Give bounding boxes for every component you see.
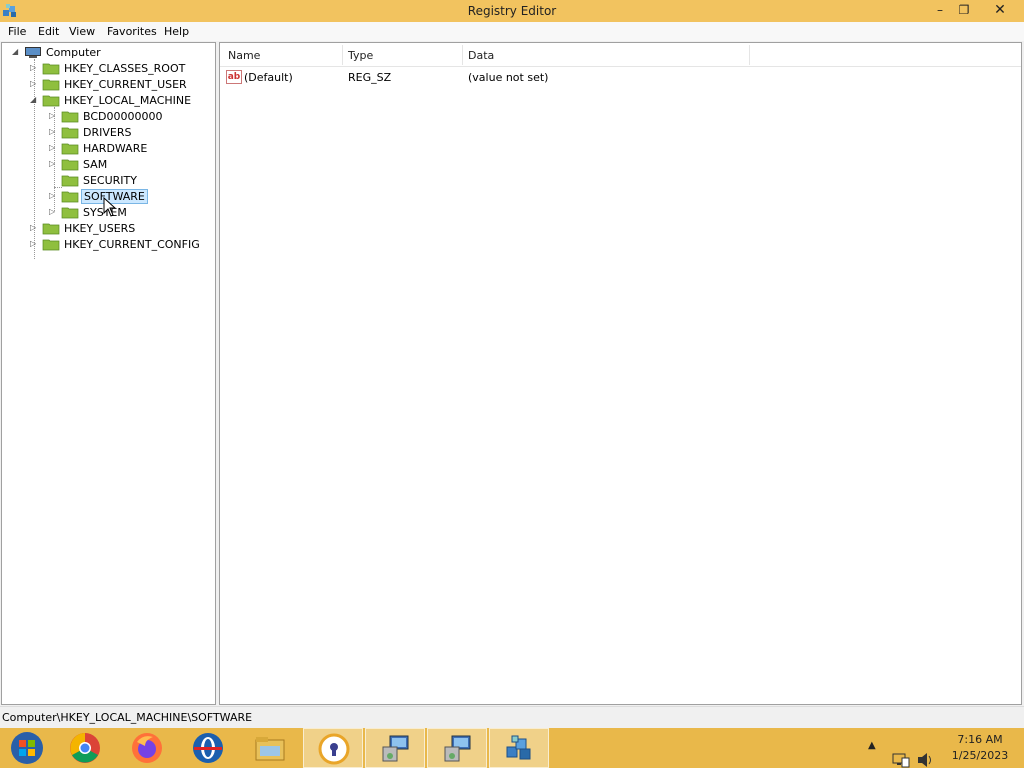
tree-item-label: HARDWARE — [83, 142, 148, 155]
value-type: REG_SZ — [348, 71, 392, 84]
menu-view[interactable]: View — [69, 25, 95, 38]
folder-icon — [61, 143, 79, 155]
expand-arrow-icon[interactable]: ▷ — [49, 207, 59, 217]
taskbar-registry-editor[interactable] — [489, 728, 549, 768]
taskbar-chrome[interactable] — [55, 728, 115, 768]
clock-time: 7:16 AM — [957, 733, 1003, 746]
folder-icon — [42, 63, 60, 75]
value-data: (value not set) — [468, 71, 549, 84]
tree-item-label: SECURITY — [83, 174, 137, 187]
expand-arrow-icon[interactable]: ▷ — [49, 111, 59, 121]
status-bar: Computer\HKEY_LOCAL_MACHINE\SOFTWARE — [0, 706, 1024, 728]
tree-item-label: Computer — [46, 46, 101, 59]
folder-icon — [42, 223, 60, 235]
status-path: Computer\HKEY_LOCAL_MACHINE\SOFTWARE — [2, 711, 253, 724]
mouse-cursor-icon — [103, 197, 117, 217]
list-header: Name Type Data — [220, 43, 1021, 67]
computer-icon — [25, 47, 41, 58]
clock[interactable]: 7:16 AM 1/25/2023 — [940, 732, 1020, 764]
remote-desktop-icon — [444, 735, 471, 762]
start-icon — [11, 732, 43, 764]
menu-file[interactable]: File — [8, 25, 26, 38]
tray-overflow-icon[interactable]: ▲ — [868, 740, 876, 768]
restore-button[interactable]: ❐ — [950, 0, 978, 21]
taskbar-firefox[interactable] — [117, 728, 177, 768]
taskbar-remote-desktop-2[interactable] — [427, 728, 487, 768]
key-tree[interactable]: ◢ Computer ▷ HKEY_CLASSES_ROOT ▷ HKEY_CU… — [1, 42, 216, 705]
menu-bar: File Edit View Favorites Help — [0, 22, 1024, 41]
clock-date: 1/25/2023 — [951, 749, 1009, 762]
taskbar-remote-desktop-1[interactable] — [365, 728, 425, 768]
tree-item-label: HKEY_LOCAL_MACHINE — [64, 94, 192, 107]
folder-icon — [61, 207, 79, 219]
expand-arrow-icon[interactable]: ▷ — [30, 79, 40, 89]
menu-edit[interactable]: Edit — [38, 25, 59, 38]
column-separator[interactable] — [749, 45, 750, 65]
taskbar-vpn[interactable] — [303, 728, 363, 768]
close-button[interactable]: ✕ — [980, 0, 1020, 21]
column-header-type[interactable]: Type — [348, 49, 373, 62]
folder-open-icon — [42, 95, 60, 107]
string-value-icon: ab — [226, 70, 242, 84]
start-button[interactable] — [0, 728, 60, 768]
registry-editor-icon — [506, 735, 531, 760]
folder-icon — [61, 159, 79, 171]
column-separator[interactable] — [462, 45, 463, 65]
folder-icon — [42, 79, 60, 91]
file-explorer-icon — [255, 737, 285, 761]
expand-arrow-icon[interactable]: ▷ — [49, 127, 59, 137]
tree-item-label: HKEY_CURRENT_USER — [64, 78, 187, 91]
expand-arrow-icon[interactable]: ▷ — [49, 191, 59, 201]
network-icon[interactable] — [892, 740, 910, 768]
taskbar: ▲ 7:16 AM 1/25/2023 — [0, 728, 1024, 768]
vpn-shield-icon — [318, 733, 350, 765]
value-name: (Default) — [244, 71, 293, 84]
folder-icon — [61, 127, 79, 139]
folder-icon — [61, 175, 79, 187]
tree-guide — [54, 187, 62, 188]
expand-arrow-icon[interactable]: ▷ — [30, 223, 40, 233]
column-header-data[interactable]: Data — [468, 49, 494, 62]
tree-item-label: DRIVERS — [83, 126, 132, 139]
expand-arrow-icon[interactable]: ▷ — [49, 143, 59, 153]
opera-icon — [193, 733, 223, 763]
folder-icon — [61, 191, 79, 203]
chrome-icon — [70, 733, 100, 763]
tree-item-label: BCD00000000 — [83, 110, 163, 123]
volume-icon[interactable] — [916, 740, 934, 768]
column-separator[interactable] — [342, 45, 343, 65]
expand-arrow-icon[interactable]: ▷ — [49, 159, 59, 169]
window-title: Registry Editor — [467, 4, 557, 18]
column-header-name[interactable]: Name — [228, 49, 260, 62]
value-list[interactable]: Name Type Data ab (Default) REG_SZ (valu… — [219, 42, 1022, 705]
tree-item-label: HKEY_USERS — [64, 222, 136, 235]
value-row[interactable]: ab (Default) REG_SZ (value not set) — [220, 69, 1021, 87]
menu-favorites[interactable]: Favorites — [107, 25, 157, 38]
folder-icon — [61, 111, 79, 123]
folder-icon — [42, 239, 60, 251]
tree-item-label: HKEY_CLASSES_ROOT — [64, 62, 186, 75]
remote-desktop-icon — [382, 735, 409, 762]
firefox-icon — [132, 733, 162, 763]
taskbar-file-explorer[interactable] — [240, 728, 300, 768]
collapse-arrow-icon[interactable]: ◢ — [12, 47, 22, 57]
expand-arrow-icon[interactable]: ▷ — [30, 63, 40, 73]
title-bar: Registry Editor – ❐ ✕ — [0, 0, 1024, 22]
taskbar-opera[interactable] — [178, 728, 238, 768]
tree-item-label: HKEY_CURRENT_CONFIG — [64, 238, 200, 251]
expand-arrow-icon[interactable]: ▷ — [30, 239, 40, 249]
menu-help[interactable]: Help — [164, 25, 189, 38]
tree-item-label: SAM — [83, 158, 108, 171]
collapse-arrow-icon[interactable]: ◢ — [30, 95, 40, 105]
main-area: ◢ Computer ▷ HKEY_CLASSES_ROOT ▷ HKEY_CU… — [0, 41, 1024, 706]
